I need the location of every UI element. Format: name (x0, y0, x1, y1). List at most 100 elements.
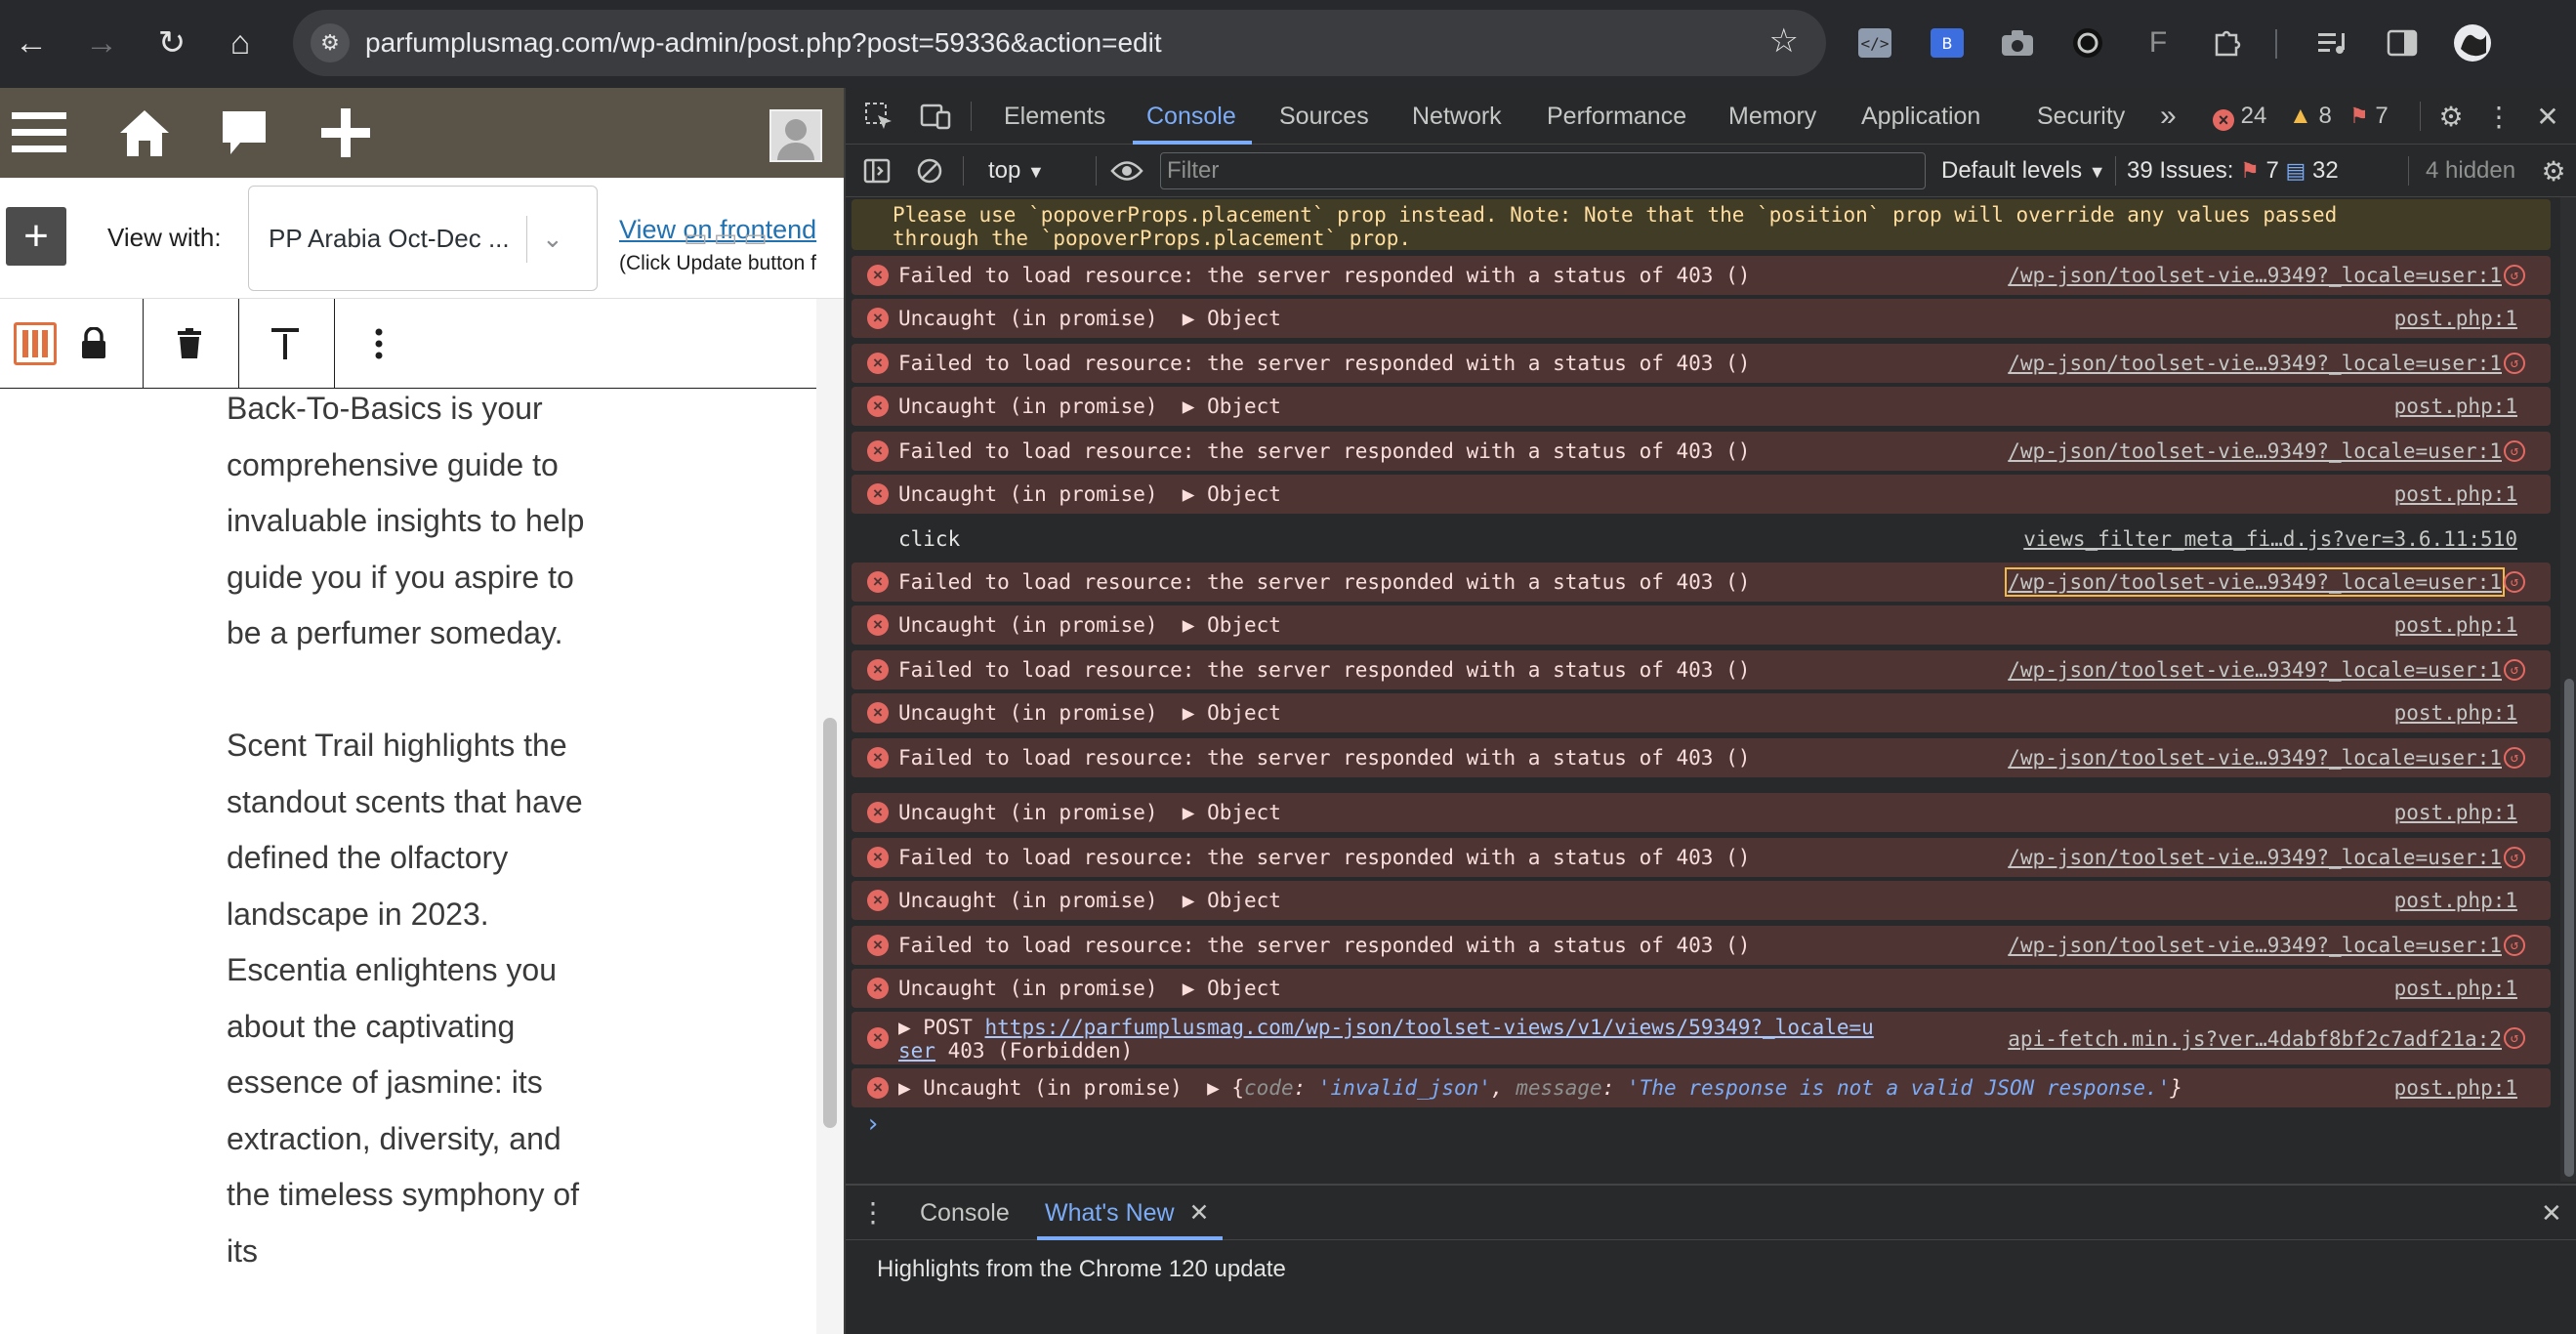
circle-ext-icon[interactable] (2066, 21, 2109, 64)
drawer-menu-icon[interactable]: ⋮ (859, 1186, 887, 1240)
add-block-button[interactable]: + (6, 207, 66, 266)
tab-elements[interactable]: Elements (1004, 88, 1105, 145)
source-link[interactable]: post.php:1 (2394, 613, 2517, 637)
tab-network[interactable]: Network (1412, 88, 1502, 145)
context-selector[interactable]: top ▼ (988, 145, 1045, 197)
code-icon[interactable]: </> (1853, 21, 1896, 64)
filter-input[interactable] (1161, 153, 1925, 188)
tab-sources[interactable]: Sources (1279, 88, 1369, 145)
console-error-row[interactable]: × Uncaught (in promise) ▶ Object post.php:… (852, 969, 2551, 1008)
network-request-icon[interactable]: ↺ (2504, 935, 2525, 956)
network-request-icon[interactable]: ↺ (2504, 747, 2525, 769)
console-error-row[interactable]: × Uncaught (in promise) ▶ Object post.php:… (852, 881, 2551, 920)
user-avatar[interactable] (769, 109, 822, 162)
network-request-icon[interactable]: ↺ (2504, 1027, 2525, 1049)
console-scrollbar-thumb[interactable] (2564, 679, 2574, 1177)
console-error-row[interactable]: × Uncaught (in promise) ▶ Object post.php:… (852, 387, 2551, 426)
align-top-icon[interactable] (262, 299, 309, 389)
url-text[interactable]: parfumplusmag.com/wp-admin/post.php?post… (365, 10, 1162, 76)
f-ext-icon[interactable]: F (2137, 21, 2180, 64)
home-icon[interactable] (113, 104, 176, 162)
source-link[interactable]: post.php:1 (2394, 395, 2517, 418)
console-error-row[interactable]: × Failed to load resource: the server res… (852, 563, 2551, 602)
sidebar-icon[interactable] (2381, 21, 2424, 64)
source-link[interactable]: /wp-json/toolset-vie…9349?_locale=user:1 (2008, 934, 2502, 957)
menu-icon[interactable] (4, 104, 74, 162)
drawer-tab-whats-new[interactable]: What's New ✕ (1045, 1186, 1210, 1240)
source-link[interactable]: /wp-json/toolset-vie…9349?_locale=user:1 (2008, 746, 2502, 770)
reload-button[interactable]: ↻ (145, 16, 199, 70)
source-link[interactable]: post.php:1 (2394, 701, 2517, 725)
inspect-element-icon[interactable] (859, 88, 898, 145)
media-icon[interactable] (2310, 21, 2353, 64)
source-link[interactable]: /wp-json/toolset-vie…9349?_locale=user:1 (2008, 846, 2502, 869)
console-error-row[interactable]: × Uncaught (in promise) ▶ Object post.php:… (852, 475, 2551, 514)
close-devtools-icon[interactable]: ✕ (2531, 88, 2564, 145)
console-error-row[interactable]: × Failed to load resource: the server res… (852, 432, 2551, 471)
console-error-row[interactable]: × Failed to load resource: the server res… (852, 256, 2551, 295)
default-levels-dropdown[interactable]: Default levels ▼ (1941, 145, 2106, 197)
kebab-menu-icon[interactable]: ⋮ (2484, 88, 2514, 145)
network-request-icon[interactable]: ↺ (2504, 353, 2525, 374)
issues-count-badge[interactable]: ⚑ 7 (2349, 88, 2389, 145)
source-link[interactable]: post.php:1 (2394, 801, 2517, 824)
console-prompt[interactable]: › (865, 1109, 881, 1139)
source-link[interactable]: /wp-json/toolset-vie…9349?_locale=user:1 (2008, 352, 2502, 375)
plus-icon[interactable] (314, 104, 377, 162)
console-error-row[interactable]: × ▶ Uncaught (in promise) ▶ {code: 'inva… (852, 1068, 2551, 1107)
close-tab-icon[interactable]: ✕ (1189, 1199, 1210, 1227)
console-error-row[interactable]: × Uncaught (in promise) ▶ Object post.php:… (852, 793, 2551, 832)
console-messages[interactable]: Please use `popoverProps.placement` prop… (846, 197, 2558, 793)
filter-box[interactable] (1160, 152, 1926, 189)
back-button[interactable]: ← (4, 16, 59, 70)
source-link[interactable]: post.php:1 (2394, 889, 2517, 912)
network-request-icon[interactable]: ↺ (2504, 847, 2525, 868)
editor-scrollbar-thumb[interactable] (823, 718, 837, 1128)
forward-button[interactable]: → (74, 16, 129, 70)
source-link[interactable]: /wp-json/toolset-vie…9349?_locale=user:1 (2008, 658, 2502, 682)
source-link[interactable]: /wp-json/toolset-vie…9349?_locale=user:1 (2008, 264, 2502, 287)
puzzle-icon[interactable] (2207, 21, 2250, 64)
source-link[interactable]: post.php:1 (2394, 307, 2517, 330)
profile-avatar[interactable] (2451, 21, 2494, 64)
request-url-link[interactable]: https://parfumplusmag.com/wp-json/toolse… (985, 1016, 1874, 1039)
tab-application[interactable]: Application (1861, 88, 1980, 145)
console-error-row[interactable]: × Failed to load resource: the server res… (852, 738, 2551, 777)
source-link[interactable]: post.php:1 (2394, 482, 2517, 506)
settings-gear-icon[interactable]: ⚙ (2431, 88, 2471, 145)
translate-icon[interactable]: B (1926, 21, 1969, 64)
console-settings-icon[interactable]: ⚙ (2537, 145, 2570, 197)
bookmark-star-icon[interactable]: ☆ (1769, 21, 1799, 61)
close-drawer-icon[interactable]: ✕ (2541, 1186, 2562, 1240)
source-link[interactable]: post.php:1 (2394, 977, 2517, 1000)
tab-console[interactable]: Console (1146, 88, 1236, 145)
console-error-row[interactable]: × Uncaught (in promise) ▶ Object post.php:… (852, 693, 2551, 732)
view-with-select[interactable]: PP Arabia Oct-Dec ... ⌄ (248, 186, 598, 291)
network-request-icon[interactable]: ↺ (2504, 659, 2525, 681)
tab-security[interactable]: Security (2037, 88, 2125, 145)
device-toggle-icon[interactable] (916, 88, 955, 145)
network-request-icon[interactable]: ↺ (2504, 440, 2525, 462)
issues-summary[interactable]: 39 Issues: ⚑ 7 ▤ 32 (2127, 145, 2339, 197)
tab-performance[interactable]: Performance (1547, 88, 1686, 145)
lock-icon[interactable] (72, 299, 115, 389)
source-link[interactable]: api-fetch.min.js?ver…4dabf8bf2c7adf21a:2 (2008, 1027, 2502, 1051)
network-request-icon[interactable]: ↺ (2504, 571, 2525, 593)
warning-count-badge[interactable]: ▲ 8 (2289, 88, 2332, 145)
address-bar[interactable]: ⚙ parfumplusmag.com/wp-admin/post.php?po… (293, 10, 1826, 76)
source-link[interactable]: /wp-json/toolset-vie…9349?_locale=user:1 (2008, 439, 2502, 463)
more-options-icon[interactable] (357, 299, 400, 389)
comment-icon[interactable] (213, 104, 275, 162)
trash-icon[interactable] (166, 299, 213, 389)
device-preview-icons[interactable]: ▭▭▭ (684, 223, 773, 253)
eye-icon[interactable] (1107, 145, 1146, 197)
console-error-row[interactable]: × Failed to load resource: the server res… (852, 344, 2551, 383)
console-sidebar-icon[interactable] (859, 145, 894, 197)
console-error-row[interactable]: × Failed to load resource: the server res… (852, 926, 2551, 965)
tab-memory[interactable]: Memory (1728, 88, 1816, 145)
source-link[interactable]: post.php:1 (2394, 1076, 2517, 1100)
source-link-selected[interactable]: /wp-json/toolset-vie…9349?_locale=user:1 (2005, 567, 2505, 597)
paragraph-block[interactable]: Scent Trail highlights the standout scen… (227, 718, 607, 1279)
source-link[interactable]: views_filter_meta_fi…d.js?ver=3.6.11:510 (2023, 527, 2517, 551)
console-error-row[interactable]: × Failed to load resource: the server res… (852, 838, 2551, 877)
